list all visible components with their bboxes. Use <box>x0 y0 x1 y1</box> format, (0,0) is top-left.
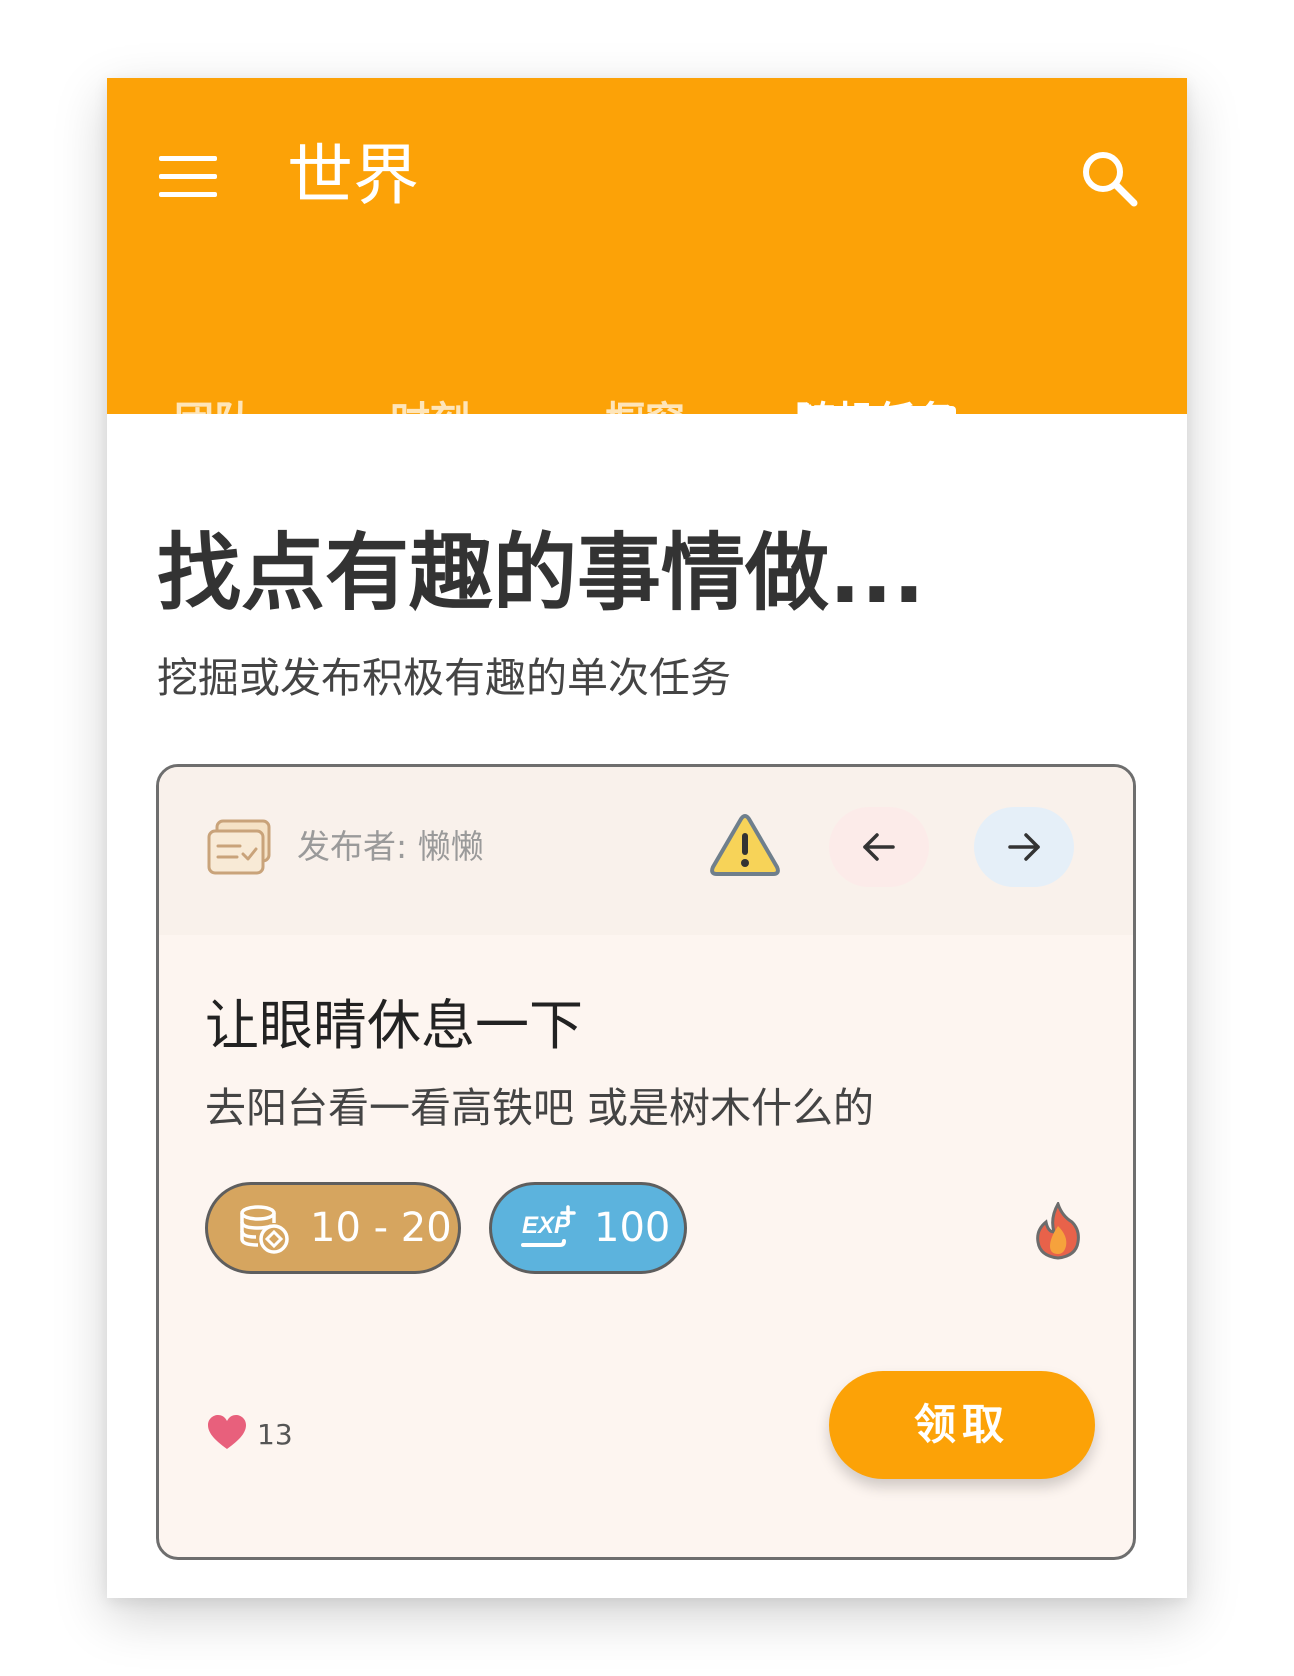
app-title: 世界 <box>287 137 419 214</box>
coin-reward-badge: 10 - 20 <box>205 1182 461 1274</box>
tab-random-tasks[interactable]: 随机任务 <box>795 378 955 486</box>
heart-icon <box>208 1415 246 1449</box>
task-card-header: 发布者: 懒懒 <box>159 767 1133 935</box>
arrow-right-icon <box>1008 833 1040 861</box>
coin-reward-value: 10 - 20 <box>310 1205 452 1251</box>
svg-text:EXP: EXP <box>522 1212 571 1239</box>
task-card: 发布者: 懒懒 让眼睛休息一下 去阳台看一看高铁吧 或是树木什么的 10 - 2… <box>156 764 1136 1560</box>
app-bar: 世界 <box>107 78 1187 414</box>
tab-moments[interactable]: 时刻 <box>390 378 470 486</box>
page-headline: 找点有趣的事情做... <box>157 524 925 622</box>
tab-showcase[interactable]: 橱窗 <box>605 378 685 486</box>
tab-team[interactable]: 团队 <box>174 378 254 486</box>
task-publisher: 发布者: 懒懒 <box>297 827 484 866</box>
arrow-left-icon <box>863 833 895 861</box>
task-title: 让眼睛休息一下 <box>205 994 583 1057</box>
claim-button[interactable]: 领取 <box>829 1371 1095 1479</box>
like-count: 13 <box>257 1418 293 1451</box>
menu-icon[interactable] <box>159 148 219 204</box>
page-subhead: 挖掘或发布积极有趣的单次任务 <box>157 654 731 702</box>
tab-bar: 团队 时刻 橱窗 随机任务 <box>107 378 1187 486</box>
exp-icon: EXP <box>520 1203 580 1265</box>
search-icon[interactable] <box>1077 146 1143 212</box>
task-description: 去阳台看一看高铁吧 或是树木什么的 <box>205 1084 875 1132</box>
task-list-icon <box>207 819 273 875</box>
active-tab-indicator <box>798 406 956 414</box>
warning-icon[interactable] <box>707 811 783 881</box>
previous-task-button[interactable] <box>829 807 929 887</box>
exp-reward-value: 100 <box>594 1205 671 1251</box>
exp-reward-badge: EXP 100 <box>489 1182 687 1274</box>
coins-icon <box>238 1203 290 1265</box>
fire-icon <box>1032 1200 1084 1260</box>
phone-screen: 世界 团队 时刻 橱窗 随机任务 找点有趣的事情做... 挖掘或发布积极有趣的单… <box>107 78 1187 1598</box>
next-task-button[interactable] <box>974 807 1074 887</box>
